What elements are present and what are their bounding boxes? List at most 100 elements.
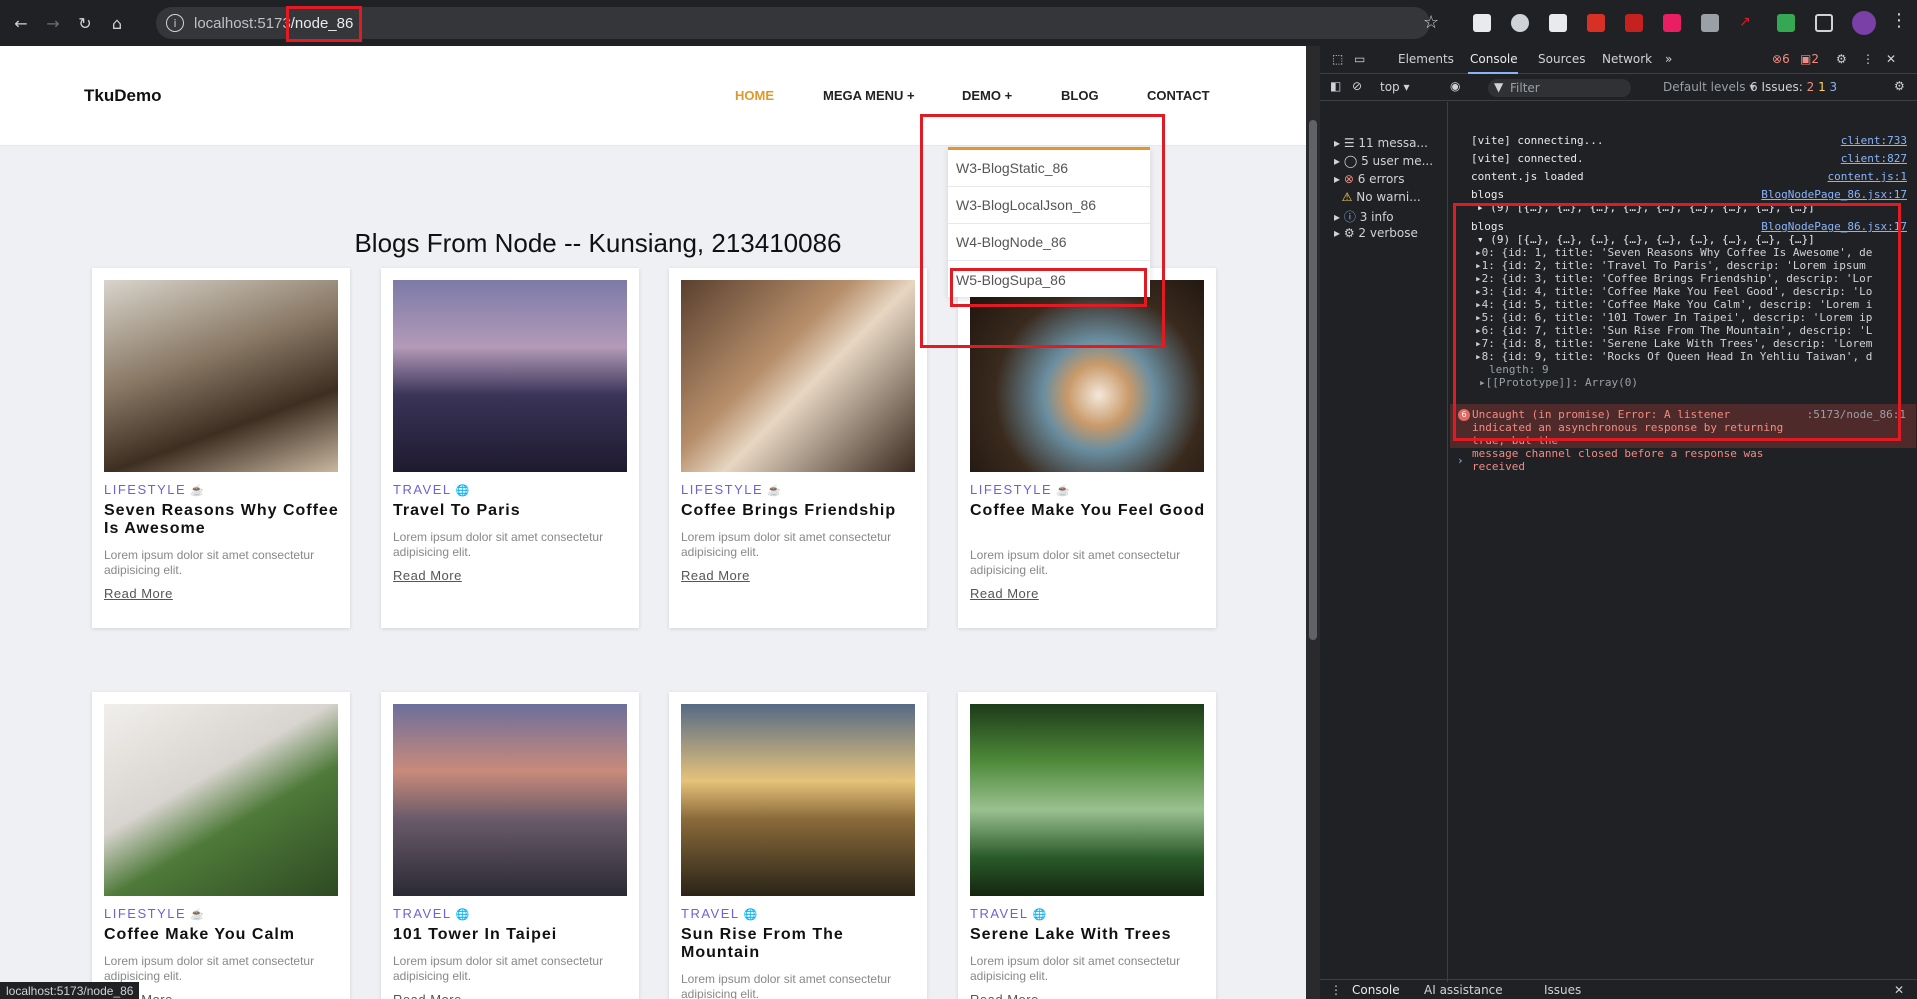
extension-icon-8[interactable]: ↗	[1739, 14, 1757, 32]
log-levels-label: Default levels	[1663, 80, 1746, 94]
nav-blog[interactable]: BLOG	[1061, 88, 1099, 103]
globe-icon: 🌐	[455, 909, 471, 921]
read-more-link[interactable]: Read More	[681, 568, 750, 583]
tab-network[interactable]: Network	[1602, 52, 1652, 66]
card-category[interactable]: LIFESTYLE ☕	[104, 482, 205, 497]
console-source-link[interactable]: client:733	[1841, 134, 1907, 147]
tab-console[interactable]: Console	[1470, 52, 1518, 66]
drawer-tab-console[interactable]: Console	[1352, 983, 1400, 997]
reload-icon[interactable]: ↻	[74, 12, 96, 34]
sidebar-info[interactable]: ▸ ⓘ 3 info	[1334, 208, 1394, 225]
close-devtools-icon[interactable]: ✕	[1886, 52, 1896, 66]
home-icon[interactable]: ⌂	[106, 12, 128, 34]
drawer-menu-icon[interactable]: ⋮	[1330, 983, 1342, 997]
nav-mega-menu[interactable]: MEGA MENU +	[823, 88, 915, 103]
sidebar-messages-label: 11 messa...	[1358, 136, 1428, 150]
url-highlight-box	[286, 6, 362, 42]
inspect-element-icon[interactable]: ⬚	[1332, 52, 1343, 66]
card-title[interactable]: Coffee Make You Calm	[104, 926, 340, 944]
extensions-puzzle-icon[interactable]	[1815, 14, 1833, 32]
console-sidebar: ▸ ☰ 11 messa... ▸ ◯ 5 user me... ▸ ⊗ 6 e…	[1320, 102, 1448, 982]
card-image-sunrise	[681, 704, 915, 896]
blog-card: LIFESTYLE ☕ Coffee Brings Friendship Lore…	[669, 268, 927, 628]
extension-icon-9[interactable]	[1777, 14, 1795, 32]
read-more-link[interactable]: Read More	[104, 586, 173, 601]
error-count-badge[interactable]: ⊗6	[1772, 52, 1790, 66]
console-source-link[interactable]: content.js:1	[1828, 170, 1907, 183]
filter-funnel-icon: ▼	[1494, 80, 1504, 94]
card-category[interactable]: LIFESTYLE ☕	[681, 482, 782, 497]
card-title[interactable]: 101 Tower In Taipei	[393, 926, 629, 944]
console-highlight-box	[1453, 203, 1901, 441]
warning-count-badge[interactable]: ▣2	[1800, 52, 1819, 66]
extension-icon-1[interactable]	[1473, 14, 1491, 32]
coffee-cup-icon: ☕	[1056, 485, 1072, 497]
nav-home[interactable]: HOME	[735, 88, 774, 103]
card-title[interactable]: Coffee Brings Friendship	[681, 502, 917, 520]
card-title[interactable]: Serene Lake With Trees	[970, 926, 1206, 944]
nav-demo[interactable]: DEMO +	[962, 88, 1012, 103]
extension-icon-7[interactable]	[1701, 14, 1719, 32]
console-source-link[interactable]: client:827	[1841, 152, 1907, 165]
extension-icon-3[interactable]	[1549, 14, 1567, 32]
sidebar-toggle-icon[interactable]: ◧	[1330, 79, 1341, 93]
blog-card: TRAVEL 🌐 Travel To Paris Lorem ipsum dolo…	[381, 268, 639, 628]
card-title[interactable]: Coffee Make You Feel Good	[970, 502, 1206, 520]
browser-menu-icon[interactable]: ⋮	[1890, 10, 1908, 31]
sidebar-user-messages[interactable]: ▸ ◯ 5 user me...	[1334, 154, 1433, 168]
nav-contact[interactable]: CONTACT	[1147, 88, 1210, 103]
clear-console-icon[interactable]: ⊘	[1352, 79, 1362, 93]
forward-arrow-icon[interactable]: →	[42, 12, 64, 34]
extension-icon-6[interactable]	[1663, 14, 1681, 32]
card-category[interactable]: TRAVEL 🌐	[393, 906, 471, 921]
site-info-icon[interactable]: i	[166, 14, 184, 32]
blog-card: LIFESTYLE ☕ Coffee Make You Calm Lorem ip…	[92, 692, 350, 999]
read-more-link[interactable]: Read More	[970, 992, 1039, 999]
tab-sources[interactable]: Sources	[1538, 52, 1585, 66]
device-toolbar-icon[interactable]: ▭	[1354, 52, 1365, 66]
card-description: Lorem ipsum dolor sit amet consectetur a…	[393, 954, 604, 983]
live-expression-eye-icon[interactable]: ◉	[1450, 79, 1460, 93]
card-category[interactable]: LIFESTYLE ☕	[970, 482, 1071, 497]
sidebar-verbose[interactable]: ▸ ⚙ 2 verbose	[1334, 226, 1418, 240]
more-tabs-icon[interactable]: »	[1665, 52, 1672, 66]
read-more-link[interactable]: Read More	[393, 568, 462, 583]
warning-count: 2	[1811, 52, 1819, 66]
card-category[interactable]: TRAVEL 🌐	[970, 906, 1048, 921]
extension-icon-5[interactable]	[1625, 14, 1643, 32]
bookmark-star-icon[interactable]: ☆	[1423, 12, 1439, 33]
card-category[interactable]: LIFESTYLE ☕	[104, 906, 205, 921]
console-settings-gear-icon[interactable]: ⚙	[1894, 79, 1905, 93]
profile-avatar[interactable]	[1852, 11, 1876, 35]
sidebar-warnings[interactable]: ⚠ No warni...	[1334, 190, 1421, 204]
console-source-link[interactable]: BlogNodePage_86.jsx:17	[1761, 188, 1907, 201]
blognode-highlight-box	[950, 268, 1147, 307]
card-title[interactable]: Sun Rise From The Mountain	[681, 926, 917, 962]
console-filter-input[interactable]: Filter	[1488, 79, 1631, 97]
blog-card: TRAVEL 🌐 Sun Rise From The Mountain Lorem…	[669, 692, 927, 999]
site-logo[interactable]: TkuDemo	[84, 86, 161, 106]
context-selector[interactable]: top ▾	[1380, 80, 1410, 94]
back-arrow-icon[interactable]: ←	[10, 12, 32, 34]
sidebar-messages[interactable]: ▸ ☰ 11 messa...	[1334, 136, 1428, 150]
settings-gear-icon[interactable]: ⚙	[1836, 52, 1847, 66]
tab-elements[interactable]: Elements	[1398, 52, 1454, 66]
card-title[interactable]: Seven Reasons Why Coffee Is Awesome	[104, 502, 340, 538]
issues-button[interactable]: 6 Issues: 2 1 3	[1750, 80, 1837, 94]
card-category[interactable]: TRAVEL 🌐	[393, 482, 471, 497]
card-title[interactable]: Travel To Paris	[393, 502, 629, 520]
drawer-tab-ai-assistance[interactable]: AI assistance	[1424, 983, 1503, 997]
blog-card: TRAVEL 🌐 101 Tower In Taipei Lorem ipsum …	[381, 692, 639, 999]
close-drawer-icon[interactable]: ✕	[1894, 983, 1904, 997]
log-levels-dropdown[interactable]: Default levels ▾	[1663, 80, 1755, 94]
console-prompt-icon[interactable]: ›	[1457, 454, 1897, 467]
devtools-menu-icon[interactable]: ⋮	[1862, 52, 1874, 66]
sidebar-errors[interactable]: ▸ ⊗ 6 errors	[1334, 172, 1405, 186]
page-scrollbar-thumb[interactable]	[1309, 120, 1317, 640]
read-more-link[interactable]: Read More	[393, 992, 462, 999]
extension-icon-4[interactable]	[1587, 14, 1605, 32]
read-more-link[interactable]: Read More	[970, 586, 1039, 601]
drawer-tab-issues[interactable]: Issues	[1544, 983, 1581, 997]
extension-icon-2[interactable]	[1511, 14, 1529, 32]
card-category[interactable]: TRAVEL 🌐	[681, 906, 759, 921]
